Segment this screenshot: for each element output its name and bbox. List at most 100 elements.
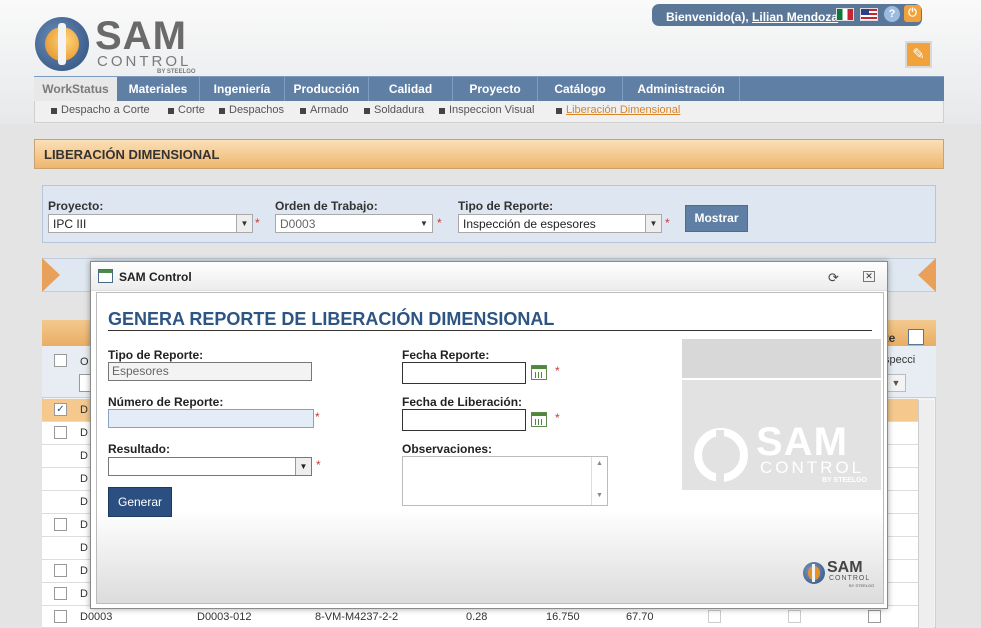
report-icon[interactable] [908,329,924,345]
subnav-armado[interactable]: Armado [300,104,349,116]
row-checkbox[interactable] [708,610,721,623]
tab-workstatus[interactable]: WorkStatus [34,77,117,102]
watermark-mark-icon [694,428,748,484]
filter-panel: Proyecto: IPC III ▼ * Orden de Trabajo: … [42,185,936,243]
row-checkbox[interactable] [54,564,67,577]
tipo-reporte-select[interactable]: Inspección de espesores ▼ [458,214,662,233]
observaciones-scrollbar[interactable]: ▲ ▼ [591,457,607,505]
select-all-checkbox[interactable] [54,354,67,367]
row-cell: D [80,473,88,485]
row-checkbox[interactable]: ✓ [54,403,67,416]
row-checkbox[interactable] [54,610,67,623]
prev-arrow-icon[interactable] [42,258,60,292]
grid-scrollbar[interactable] [918,400,934,628]
calendar-icon[interactable] [531,412,547,427]
chevron-down-icon[interactable]: ▼ [295,458,311,475]
tab-calidad[interactable]: Calidad [369,77,453,102]
refresh-icon[interactable]: ⟳ [828,270,839,286]
cell-value-1: 0.28 [466,611,488,623]
row-cell: D [80,427,88,439]
logo-mark-icon [35,17,89,71]
subnav-despacho-a-corte[interactable]: Despacho a Corte [51,104,150,116]
tab-catalogo[interactable]: Catálogo [538,77,623,102]
subnav-corte[interactable]: Corte [168,104,205,116]
mostrar-button[interactable]: Mostrar [685,205,748,232]
cell-spool: D0003-012 [197,611,252,623]
main-nav: WorkStatus Materiales Ingeniería Producc… [34,76,944,102]
subnav-soldadura[interactable]: Soldadura [363,104,424,116]
numero-reporte-input[interactable] [108,409,314,428]
close-icon[interactable]: ✕ [863,271,875,282]
modal-title: SAM Control [119,270,192,284]
tab-produccion[interactable]: Producción [285,77,369,102]
proyecto-select[interactable]: IPC III ▼ [48,214,253,233]
tab-ingenieria[interactable]: Ingeniería [200,77,285,102]
row-checkbox[interactable] [54,518,67,531]
tab-materiales[interactable]: Materiales [117,77,200,102]
tab-administracion[interactable]: Administración [623,77,740,102]
scroll-up-icon[interactable]: ▲ [596,460,603,467]
chevron-down-icon[interactable]: ▼ [236,215,252,232]
form-heading: GENERA REPORTE DE LIBERACIÓN DIMENSIONAL [108,309,555,329]
subnav-despachos[interactable]: Despachos [218,104,284,116]
row-cell: D [80,542,88,554]
sub-nav: Despacho a Corte Corte Despachos Armado … [34,101,944,123]
filter-icon[interactable]: ▼ [886,374,906,392]
power-icon[interactable]: ⏻ [904,5,921,22]
chevron-down-icon[interactable]: ▼ [416,215,432,232]
page-title: LIBERACIÓN DIMENSIONAL [34,139,944,169]
subnav-liberacion-dimensional[interactable]: Liberación Dimensional [555,104,680,116]
calendar-icon[interactable] [531,365,547,380]
preview-header [682,339,881,378]
required-mark: * [665,216,670,230]
next-arrow-icon[interactable] [918,258,936,292]
grid-col-label: O [80,356,89,368]
window-icon [98,269,113,283]
orden-trabajo-value: D0003 [280,217,316,231]
row-cell: D [80,588,88,600]
tipo-reporte-label: Tipo de Reporte: [108,348,204,362]
numero-reporte-label: Número de Reporte: [108,395,224,409]
resultado-label: Resultado: [108,442,171,456]
orden-trabajo-select[interactable]: D0003 ▼ [275,214,433,233]
generar-button[interactable]: Generar [108,487,172,517]
help-icon[interactable]: ? [884,6,900,22]
subnav-inspeccion-visual[interactable]: Inspeccion Visual [438,104,534,116]
required-mark: * [555,364,560,378]
row-checkbox[interactable] [788,610,801,623]
flag-usa-icon[interactable] [860,8,878,21]
row-cell: D [80,496,88,508]
scroll-down-icon[interactable]: ▼ [596,492,603,499]
row-checkbox[interactable] [54,587,67,600]
logo-text-sam: SAM [95,14,187,58]
cell-orden: D0003 [80,611,113,623]
row-cell: D [80,404,88,416]
footer-logo: SAM CONTROL BY STEELGO [803,559,877,589]
cell-isometrico: 8-VM-M4237-2-2 [315,611,399,623]
edit-icon[interactable]: ✎ [905,41,932,68]
welcome-text: Bienvenido(a), [666,10,749,24]
required-mark: * [315,410,320,424]
modal-body: GENERA REPORTE DE LIBERACIÓN DIMENSIONAL… [96,292,884,604]
observaciones-textarea[interactable] [402,456,608,506]
chevron-down-icon[interactable]: ▼ [645,215,661,232]
row-checkbox[interactable] [54,426,67,439]
proyecto-label: Proyecto: [48,199,104,213]
fecha-reporte-input[interactable] [402,362,526,384]
modal-titlebar: SAM Control ⟳ ✕ [91,262,887,291]
table-row[interactable]: D0003 D0003-012 8-VM-M4237-2-2 0.28 16.7… [42,606,918,628]
user-name-link[interactable]: Lilian Mendoza [752,10,838,24]
required-mark: * [555,411,560,425]
heading-divider [108,330,872,331]
resultado-select[interactable]: ▼ [108,457,312,476]
cell-value-3: 67.70 [626,611,654,623]
welcome-bar: Bienvenido(a), Lilian Mendoza ? ⏻ [652,4,922,26]
modal-dialog: SAM Control ⟳ ✕ GENERA REPORTE DE LIBERA… [90,261,888,609]
grid-col-inspeccion: specci [884,354,916,366]
required-mark: * [437,216,442,230]
fecha-liberacion-input[interactable] [402,409,526,431]
tab-proyecto[interactable]: Proyecto [453,77,538,102]
row-checkbox[interactable] [868,610,881,623]
flag-mexico-icon[interactable] [836,8,854,21]
footer-logo-by: BY STEELGO [849,583,875,588]
